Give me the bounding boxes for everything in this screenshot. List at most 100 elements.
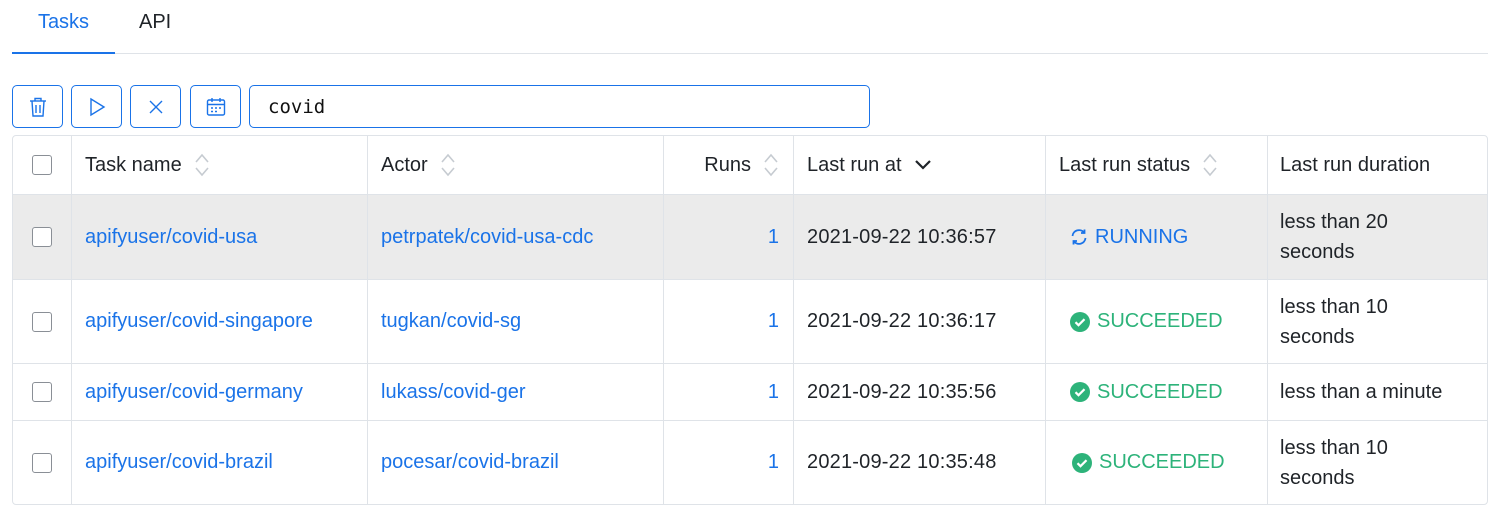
last-run-at-cell: 2021-09-22 10:35:48 — [793, 421, 1045, 504]
actor-cell: lukass/covid-ger — [367, 364, 663, 420]
status-badge[interactable]: SUCCEEDED — [1071, 451, 1225, 474]
header-task-name[interactable]: Task name — [71, 136, 367, 194]
run-button[interactable] — [71, 85, 122, 128]
actor-link[interactable]: petrpatek/covid-usa-cdc — [381, 226, 593, 249]
runs-cell: 1 — [663, 195, 793, 279]
task-link[interactable]: apifyuser/covid-singapore — [85, 310, 313, 333]
sort-icon — [764, 153, 778, 177]
header-last-run-at[interactable]: Last run at — [793, 136, 1045, 194]
status-label: SUCCEEDED — [1097, 310, 1223, 332]
row-checkbox[interactable] — [32, 311, 52, 332]
task-link[interactable]: apifyuser/covid-usa — [85, 226, 257, 249]
chevron-down-icon — [914, 160, 931, 170]
runs-link[interactable]: 1 — [768, 451, 779, 474]
duration-cell: less than 10 seconds — [1267, 280, 1487, 363]
task-name-cell: apifyuser/covid-germany — [71, 364, 367, 420]
task-name-cell: apifyuser/covid-brazil — [71, 421, 367, 504]
duration-cell: less than 10 seconds — [1267, 421, 1487, 504]
sort-icon — [441, 153, 455, 177]
status-label: SUCCEEDED — [1097, 380, 1223, 403]
table-row[interactable]: apifyuser/covid-brazil pocesar/covid-bra… — [13, 420, 1487, 504]
duration-cell: less than 20 seconds — [1267, 195, 1487, 279]
header-select-cell — [13, 136, 71, 194]
search-input[interactable] — [249, 85, 870, 128]
runs-link[interactable]: 1 — [768, 226, 779, 249]
duration-value: less than 10 seconds — [1280, 295, 1388, 348]
duration-cell: less than a minute — [1267, 364, 1487, 420]
header-label: Last run duration — [1280, 153, 1431, 176]
actor-link[interactable]: lukass/covid-ger — [381, 381, 526, 404]
actor-link[interactable]: pocesar/covid-brazil — [381, 451, 559, 474]
table-header: Task name Actor Runs Last run at Last ru… — [13, 136, 1487, 194]
last-run-at-value: 2021-09-22 10:35:56 — [807, 380, 997, 403]
header-label: Last run at — [807, 153, 902, 176]
actor-cell: tugkan/covid-sg — [367, 280, 663, 363]
status-cell: SUCCEEDED — [1045, 421, 1267, 504]
actor-cell: petrpatek/covid-usa-cdc — [367, 195, 663, 279]
status-badge[interactable]: SUCCEEDED — [1069, 381, 1223, 404]
last-run-at-cell: 2021-09-22 10:36:57 — [793, 195, 1045, 279]
status-badge[interactable]: SUCCEEDED — [1069, 310, 1223, 333]
header-runs[interactable]: Runs — [663, 136, 793, 194]
duration-value: less than a minute — [1280, 381, 1443, 403]
duration-value: less than 20 seconds — [1280, 211, 1388, 263]
trash-icon — [29, 97, 46, 117]
play-icon — [89, 97, 105, 116]
refresh-icon — [1071, 229, 1087, 245]
actor-link[interactable]: tugkan/covid-sg — [381, 310, 521, 333]
delete-button[interactable] — [12, 85, 63, 128]
sort-icon — [195, 153, 209, 177]
row-select-cell — [13, 280, 71, 363]
runs-link[interactable]: 1 — [768, 310, 779, 333]
header-last-run-status[interactable]: Last run status — [1045, 136, 1267, 194]
actor-cell: pocesar/covid-brazil — [367, 421, 663, 504]
runs-link[interactable]: 1 — [768, 381, 779, 404]
table-row[interactable]: apifyuser/covid-singapore tugkan/covid-s… — [13, 279, 1487, 363]
row-checkbox[interactable] — [32, 227, 52, 247]
status-label: SUCCEEDED — [1099, 451, 1225, 473]
tasks-table: Task name Actor Runs Last run at Last ru… — [12, 135, 1488, 505]
last-run-at-value: 2021-09-22 10:36:57 — [807, 225, 997, 248]
runs-cell: 1 — [663, 280, 793, 363]
task-link[interactable]: apifyuser/covid-brazil — [85, 451, 273, 474]
status-label: RUNNING — [1095, 225, 1189, 248]
status-cell: RUNNING — [1045, 195, 1267, 279]
check-circle-icon — [1070, 311, 1090, 332]
header-label: Runs — [704, 153, 751, 176]
last-run-at-value: 2021-09-22 10:35:48 — [807, 451, 997, 473]
row-checkbox[interactable] — [32, 452, 52, 473]
last-run-at-value: 2021-09-22 10:36:17 — [807, 310, 997, 332]
table-row[interactable]: apifyuser/covid-usa petrpatek/covid-usa-… — [13, 194, 1487, 279]
check-circle-icon — [1072, 452, 1092, 473]
row-checkbox[interactable] — [32, 382, 52, 402]
runs-cell: 1 — [663, 421, 793, 504]
last-run-at-cell: 2021-09-22 10:35:56 — [793, 364, 1045, 420]
runs-cell: 1 — [663, 364, 793, 420]
row-select-cell — [13, 421, 71, 504]
tab-bar: Tasks API — [12, 0, 1488, 54]
row-select-cell — [13, 195, 71, 279]
tab-tasks[interactable]: Tasks — [12, 0, 115, 54]
tab-api[interactable]: API — [139, 0, 171, 54]
status-cell: SUCCEEDED — [1045, 280, 1267, 363]
task-name-cell: apifyuser/covid-singapore — [71, 280, 367, 363]
abort-button[interactable] — [130, 85, 181, 128]
task-link[interactable]: apifyuser/covid-germany — [85, 381, 303, 404]
check-circle-icon — [1070, 382, 1090, 402]
header-label: Last run status — [1059, 153, 1191, 176]
header-last-run-duration: Last run duration — [1267, 136, 1487, 194]
header-label: Task name — [85, 153, 182, 176]
status-cell: SUCCEEDED — [1045, 364, 1267, 420]
duration-value: less than 10 seconds — [1280, 436, 1388, 489]
sort-icon — [1203, 153, 1217, 177]
close-icon — [149, 100, 162, 113]
task-name-cell: apifyuser/covid-usa — [71, 195, 367, 279]
calendar-icon — [206, 97, 225, 116]
schedule-button[interactable] — [190, 85, 241, 128]
status-badge[interactable]: RUNNING — [1069, 226, 1188, 249]
row-select-cell — [13, 364, 71, 420]
select-all-checkbox[interactable] — [32, 155, 52, 175]
table-row[interactable]: apifyuser/covid-germany lukass/covid-ger… — [13, 363, 1487, 420]
header-label: Actor — [381, 153, 428, 176]
header-actor[interactable]: Actor — [367, 136, 663, 194]
